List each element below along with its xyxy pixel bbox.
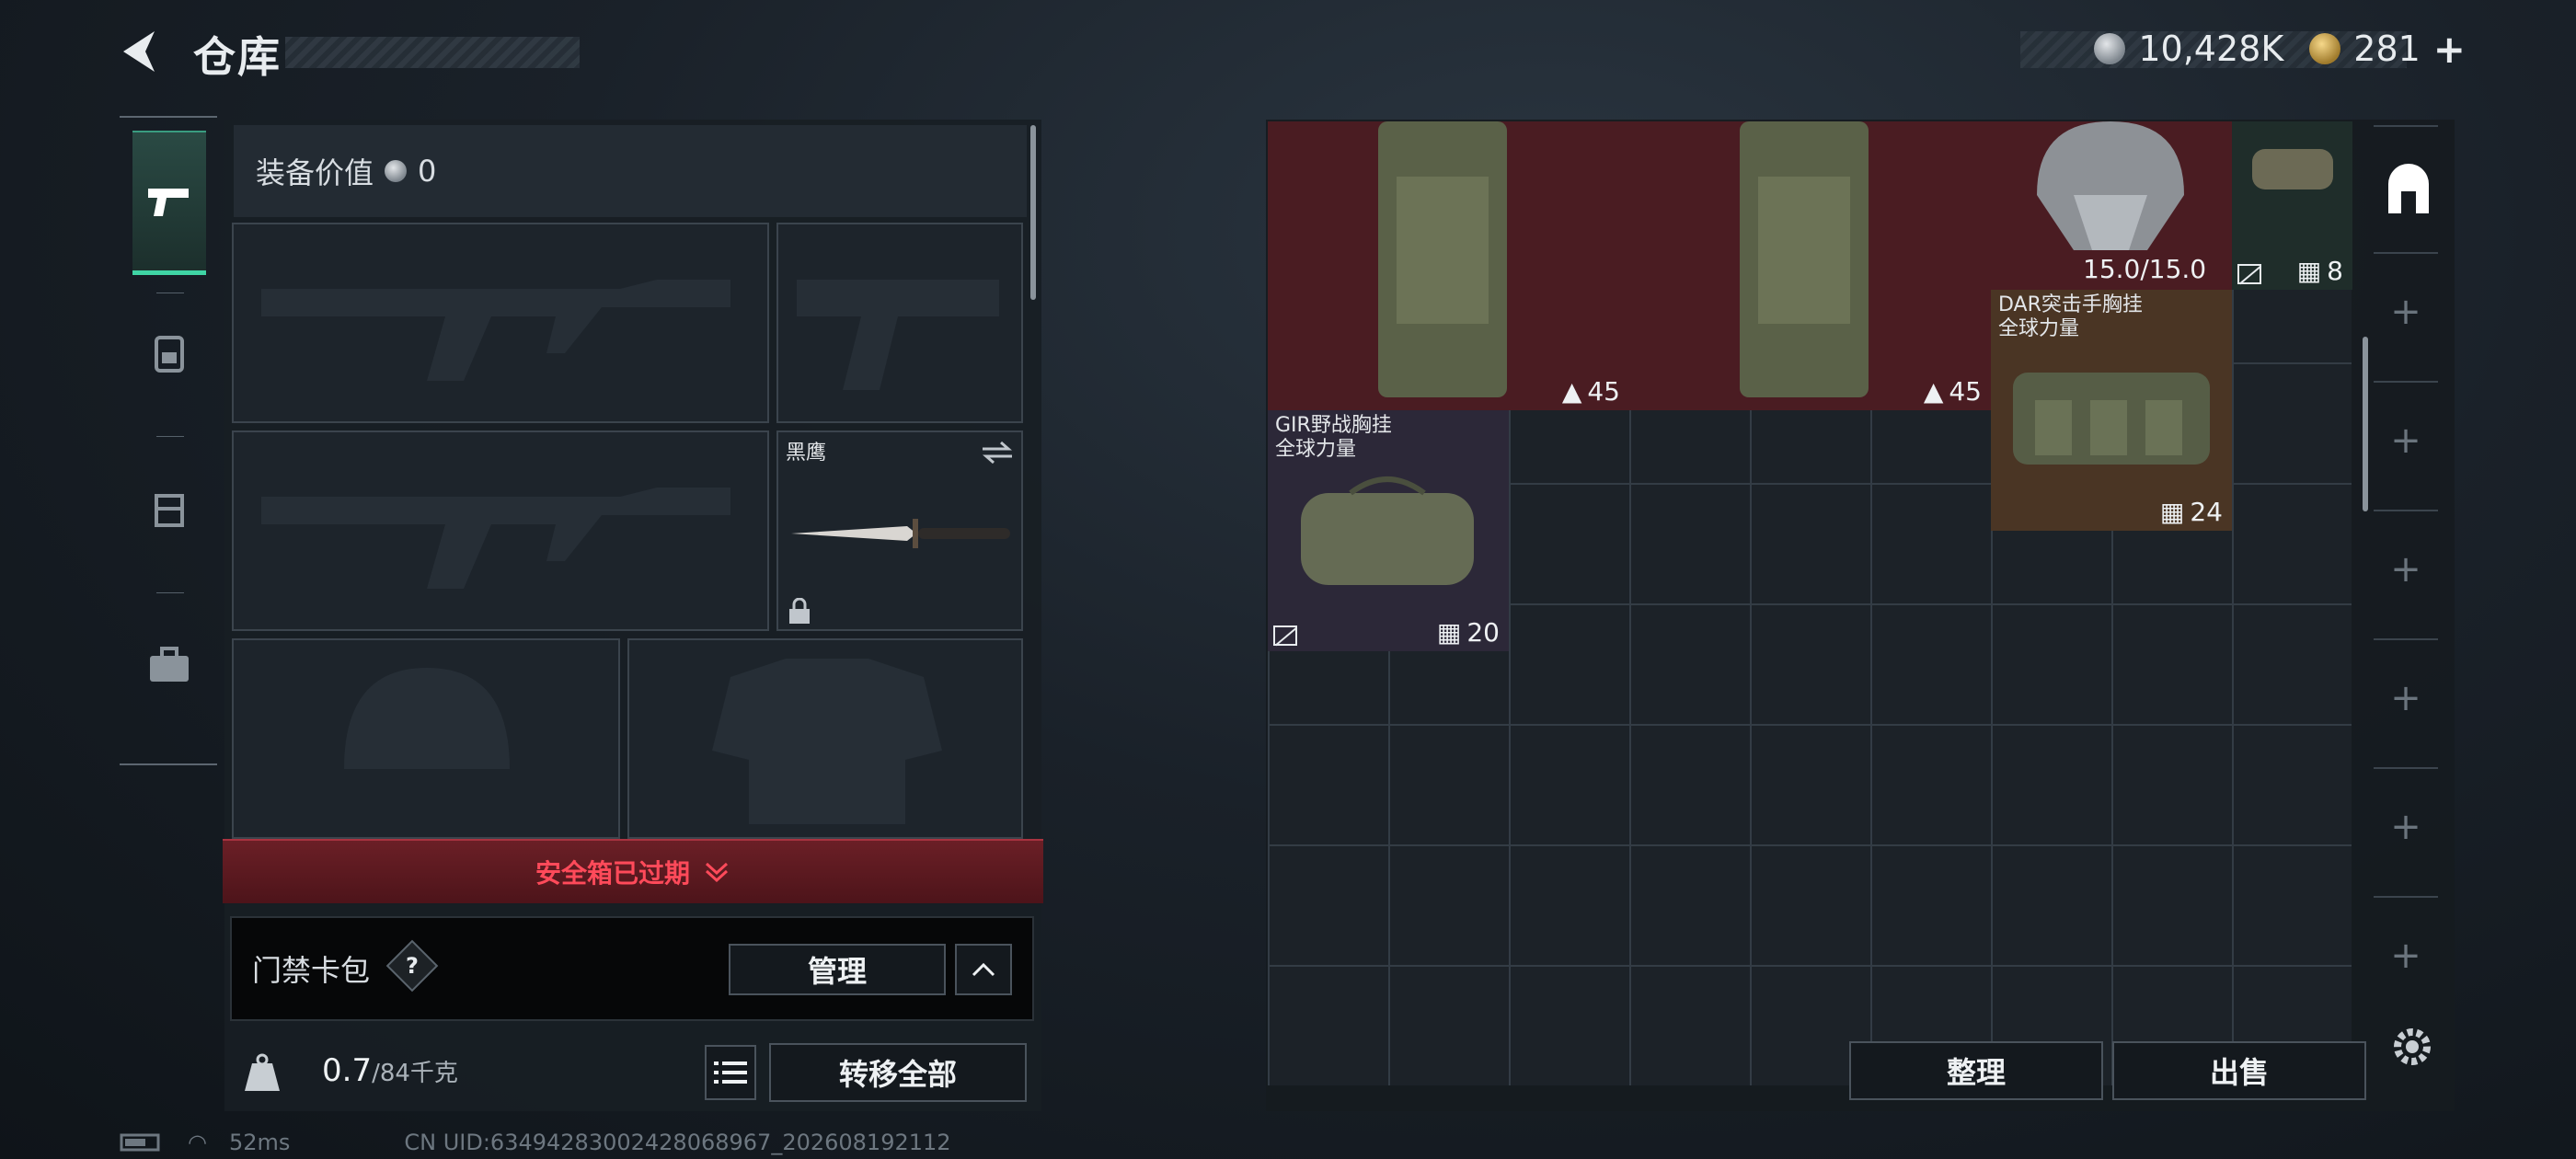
chest-rig-item[interactable]: GIR野战胸挂 全球力量 ▦ 20 [1268,410,1509,651]
add-currency-button[interactable]: + [2433,27,2466,72]
melee-name: 黑鹰 [786,442,827,465]
helmet-item[interactable]: 15.0/15.0 [1991,121,2232,290]
capacity-count: ▦ 24 [2159,497,2223,527]
durability: 15.0/15.0 [2083,254,2207,284]
no-sell-icon [1273,625,1297,646]
pistol-silhouette-icon [797,280,999,390]
weight-readout: 0.7/84千克 [322,1052,458,1089]
pistol-slot[interactable] [776,223,1023,423]
bag-item[interactable]: ▦ 8 [2232,121,2352,290]
keycard-label: 门禁卡包 [252,953,371,988]
add-container-button[interactable]: + [2390,419,2421,462]
rifle-silhouette-icon [261,488,730,589]
primary-weapon-slot[interactable] [232,223,769,423]
equipment-scrollbar[interactable] [1030,125,1036,300]
gold-amount: 281 [2353,29,2421,69]
transfer-all-button[interactable]: 转移全部 [769,1043,1027,1102]
rifle-silhouette-icon [261,280,730,381]
lock-icon [789,598,810,624]
chevron-down-icon [705,862,729,883]
armor-silhouette-icon [712,659,942,824]
helmet-silhouette-icon [344,668,510,769]
duffel-bag-icon [1301,476,1474,585]
title-stripe [285,37,580,68]
helmet-icon [2037,121,2184,250]
currency-display: 10,428K 281 + [2020,27,2466,72]
backpack-item[interactable]: ▲ 45 [1268,121,1629,410]
add-container-button[interactable]: + [2390,806,2421,848]
equipment-value: 装备价值 0 [234,125,1027,217]
sidebar-tabs [120,116,217,765]
backpack-icon [155,336,184,373]
chest-rig-item[interactable]: DAR突击手胸挂 全球力量 ▦ 24 [1991,290,2232,531]
list-view-button[interactable] [705,1045,756,1100]
add-container-button[interactable]: + [2390,291,2421,333]
weight-kg-icon [245,1053,280,1091]
status-bar: ◠ 52ms CN UID:6349428300242806896​7_2026… [120,1130,951,1155]
chevron-up-icon [972,962,995,977]
wifi-icon: ◠ [188,1130,207,1155]
add-container-button[interactable]: + [2390,677,2421,719]
add-container-button[interactable]: + [2390,935,2421,977]
collapse-button[interactable] [955,944,1012,995]
container-rail: + + + + + + [2364,125,2447,1036]
tab-toolbox[interactable] [132,605,206,725]
gold-coin-icon [2309,33,2341,64]
armor-slot[interactable] [627,638,1023,839]
ping: 52ms [228,1130,291,1155]
safe-box-expired-bar[interactable]: 安全箱已过期 [223,839,1043,903]
secondary-weapon-slot[interactable] [232,430,769,631]
backpack-icon [1740,121,1869,397]
backpack-icon [1378,121,1507,397]
capacity-count: ▦ 20 [1436,617,1500,648]
storage-container-icon[interactable] [2383,164,2434,215]
item-name: GIR野战胸挂 全球力量 [1275,414,1392,461]
toolbox-icon [150,647,189,682]
manage-button[interactable]: 管理 [729,944,946,995]
duffel-bag-icon [2252,149,2333,189]
pistol-icon [148,189,189,216]
sort-button[interactable]: 整理 [1849,1041,2103,1100]
helmet-slot[interactable] [232,638,620,839]
silver-amount: 10,428K [2138,29,2284,69]
capacity-count: ▦ 8 [2296,256,2343,286]
keycard-pack-panel: 门禁卡包 ? 管理 [230,916,1034,1021]
storage-grid: ▲ 45 ▲ 45 15.0/15.0 ▦ 8 DAR突击手胸挂 全球力量 ▦ 24 GI… [1268,121,2352,1085]
silver-coin-icon [2094,33,2126,64]
back-arrow-icon[interactable] [118,28,160,75]
add-container-button[interactable]: + [2390,548,2421,591]
battery-icon [120,1133,160,1152]
help-icon[interactable]: ? [385,939,439,993]
no-sell-icon [2237,264,2261,284]
tab-backpack[interactable] [132,293,206,412]
item-name: DAR突击手胸挂 全球力量 [1998,293,2143,340]
backpack-item[interactable]: ▲ 45 [1629,121,1991,410]
weight-row: 0.7/84千克 转移全部 [224,1034,1041,1111]
tab-weapons[interactable] [132,131,206,275]
user-uid: CN UID:6349428300242806896​7_20260819211… [404,1130,951,1155]
silver-coin-icon [385,160,408,182]
swap-icon[interactable] [981,440,1014,465]
knife-icon [791,519,1010,548]
page-title: 仓库 [193,32,282,82]
tab-chest-rig[interactable] [132,449,206,568]
list-icon [714,1061,747,1084]
capacity-count: ▲ 45 [1561,376,1620,407]
sell-button[interactable]: 出售 [2112,1041,2366,1100]
chest-rig-icon [2013,373,2210,465]
chest-rig-icon [155,494,184,527]
capacity-count: ▲ 45 [1923,376,1982,407]
gear-icon[interactable] [2388,1023,2436,1071]
melee-slot[interactable]: 黑鹰 [776,430,1023,631]
storage-panel: ▲ 45 ▲ 45 15.0/15.0 ▦ 8 DAR突击手胸挂 全球力量 ▦ 24 GI… [1266,120,2455,1111]
